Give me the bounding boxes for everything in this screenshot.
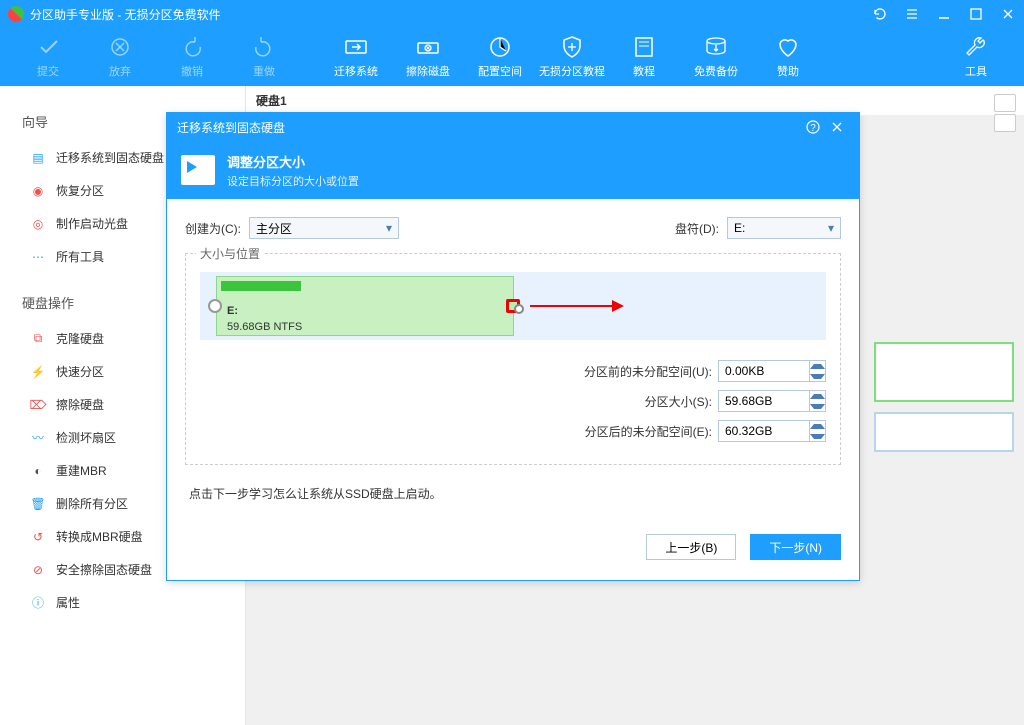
chevron-down-icon: ▾ [828,221,834,235]
create-as-combo[interactable]: 主分区 ▾ [249,217,399,239]
dialog-close-icon[interactable] [825,120,849,134]
prev-button[interactable]: 上一步(B) [646,534,736,560]
partition-block: E: 59.68GB NTFS [216,276,514,336]
app-logo-icon [8,6,24,22]
dialog-header-title: 调整分区大小 [227,152,359,171]
commit-button[interactable]: 提交 [12,28,84,86]
alloc-icon [488,35,512,59]
maximize-icon[interactable] [968,6,984,22]
wipe-icon [416,35,440,59]
drive-combo[interactable]: E: ▾ [727,217,841,239]
pre-unalloc-input[interactable]: 0.00KB [718,360,826,382]
spin-up-icon[interactable] [810,361,825,371]
discard-button[interactable]: 放弃 [84,28,156,86]
partition-size-input[interactable]: 59.68GB [718,390,826,412]
tutorial-button[interactable]: 教程 [608,28,680,86]
create-as-label: 创建为(C): [185,220,241,237]
cancel-icon [108,35,132,59]
spin-down-icon[interactable] [810,371,825,381]
tools-button[interactable]: 工具 [940,28,1012,86]
wrench-icon [964,35,988,59]
drive-label: 盘符(D): [675,220,719,237]
book-icon [632,35,656,59]
arrow-annotation [530,300,624,312]
wipe-button[interactable]: 擦除磁盘 [392,28,464,86]
recover-icon: ◉ [30,183,46,199]
post-unalloc-input[interactable]: 60.32GB [718,420,826,442]
hint-text: 点击下一步学习怎么让系统从SSD硬盘上启动。 [189,485,841,502]
sponsor-button[interactable]: 赞助 [752,28,824,86]
partition-size-text: 59.68GB NTFS [227,321,302,333]
mbr-icon: ◐ [30,463,46,479]
convert-icon: ↺ [30,529,46,545]
help-icon[interactable]: ? [801,120,825,134]
spin-up-icon[interactable] [810,391,825,401]
grid-view-icon[interactable] [994,94,1016,112]
list-view-icon[interactable] [994,114,1016,132]
disk-label: 硬盘1 [246,86,1024,115]
dialog-header-sub: 设定目标分区的大小或位置 [227,173,359,189]
alloc-button[interactable]: 配置空间 [464,28,536,86]
used-space-bar [221,281,301,291]
redo-icon [252,35,276,59]
partition-letter: E: [227,305,238,317]
resize-handle-left[interactable] [208,299,222,313]
shield-icon [560,35,584,59]
info-icon: ⓘ [30,595,46,611]
migrate-button[interactable]: 迁移系统 [320,28,392,86]
clone-icon: ⧉ [30,331,46,347]
backup-icon [704,35,728,59]
main-toolbar: 提交 放弃 撤销 重做 迁移系统 擦除磁盘 配置空间 无损分区教程 教程 免费备… [0,28,1024,86]
partition-preview-blue [874,412,1014,452]
pre-unalloc-label: 分区前的未分配空间(U): [584,363,712,380]
heart-icon [776,35,800,59]
undo-icon [180,35,204,59]
resize-icon [181,155,215,185]
view-toggle [994,94,1016,132]
scan-icon: 〰 [30,430,46,446]
backup-button[interactable]: 免费备份 [680,28,752,86]
lossless-button[interactable]: 无损分区教程 [536,28,608,86]
chevron-down-icon: ▾ [386,221,392,235]
dialog-header: 调整分区大小 设定目标分区的大小或位置 [167,141,859,199]
window-title: 分区助手专业版 - 无损分区免费软件 [30,6,221,23]
secure-icon: ⊘ [30,562,46,578]
refresh-icon[interactable] [872,6,888,22]
undo-button[interactable]: 撤销 [156,28,228,86]
sidebar-item-properties[interactable]: ⓘ属性 [0,586,245,619]
partition-sizebar[interactable]: E: 59.68GB NTFS [200,272,826,340]
redo-button[interactable]: 重做 [228,28,300,86]
size-position-fieldset: 大小与位置 E: 59.68GB NTFS 分区前的未分配空间(U): 0.00… [185,253,841,465]
migrate-icon [344,35,368,59]
bolt-icon: ⚡ [30,364,46,380]
trash-icon: 🗑 [30,496,46,512]
titlebar: 分区助手专业版 - 无损分区免费软件 [0,0,1024,28]
cd-icon: ◎ [30,216,46,232]
close-icon[interactable] [1000,6,1016,22]
post-unalloc-label: 分区后的未分配空间(E): [585,423,712,440]
check-icon [36,35,60,59]
svg-text:?: ? [810,123,816,134]
fieldset-legend: 大小与位置 [196,245,264,262]
spin-down-icon[interactable] [810,401,825,411]
partition-size-label: 分区大小(S): [645,393,712,410]
resize-handle-right[interactable] [506,299,520,313]
menu-icon[interactable] [904,6,920,22]
more-icon: ⋯ [30,249,46,265]
ssd-icon: ▤ [30,150,46,166]
minimize-icon[interactable] [936,6,952,22]
spin-up-icon[interactable] [810,421,825,431]
erase-icon: ⌦ [30,397,46,413]
migrate-dialog: 迁移系统到固态硬盘 ? 调整分区大小 设定目标分区的大小或位置 创建为(C): … [166,112,860,581]
dialog-title: 迁移系统到固态硬盘 [177,119,285,136]
dialog-titlebar: 迁移系统到固态硬盘 ? [167,113,859,141]
spin-down-icon[interactable] [810,431,825,441]
partition-preview-green [874,342,1014,402]
next-button[interactable]: 下一步(N) [750,534,841,560]
